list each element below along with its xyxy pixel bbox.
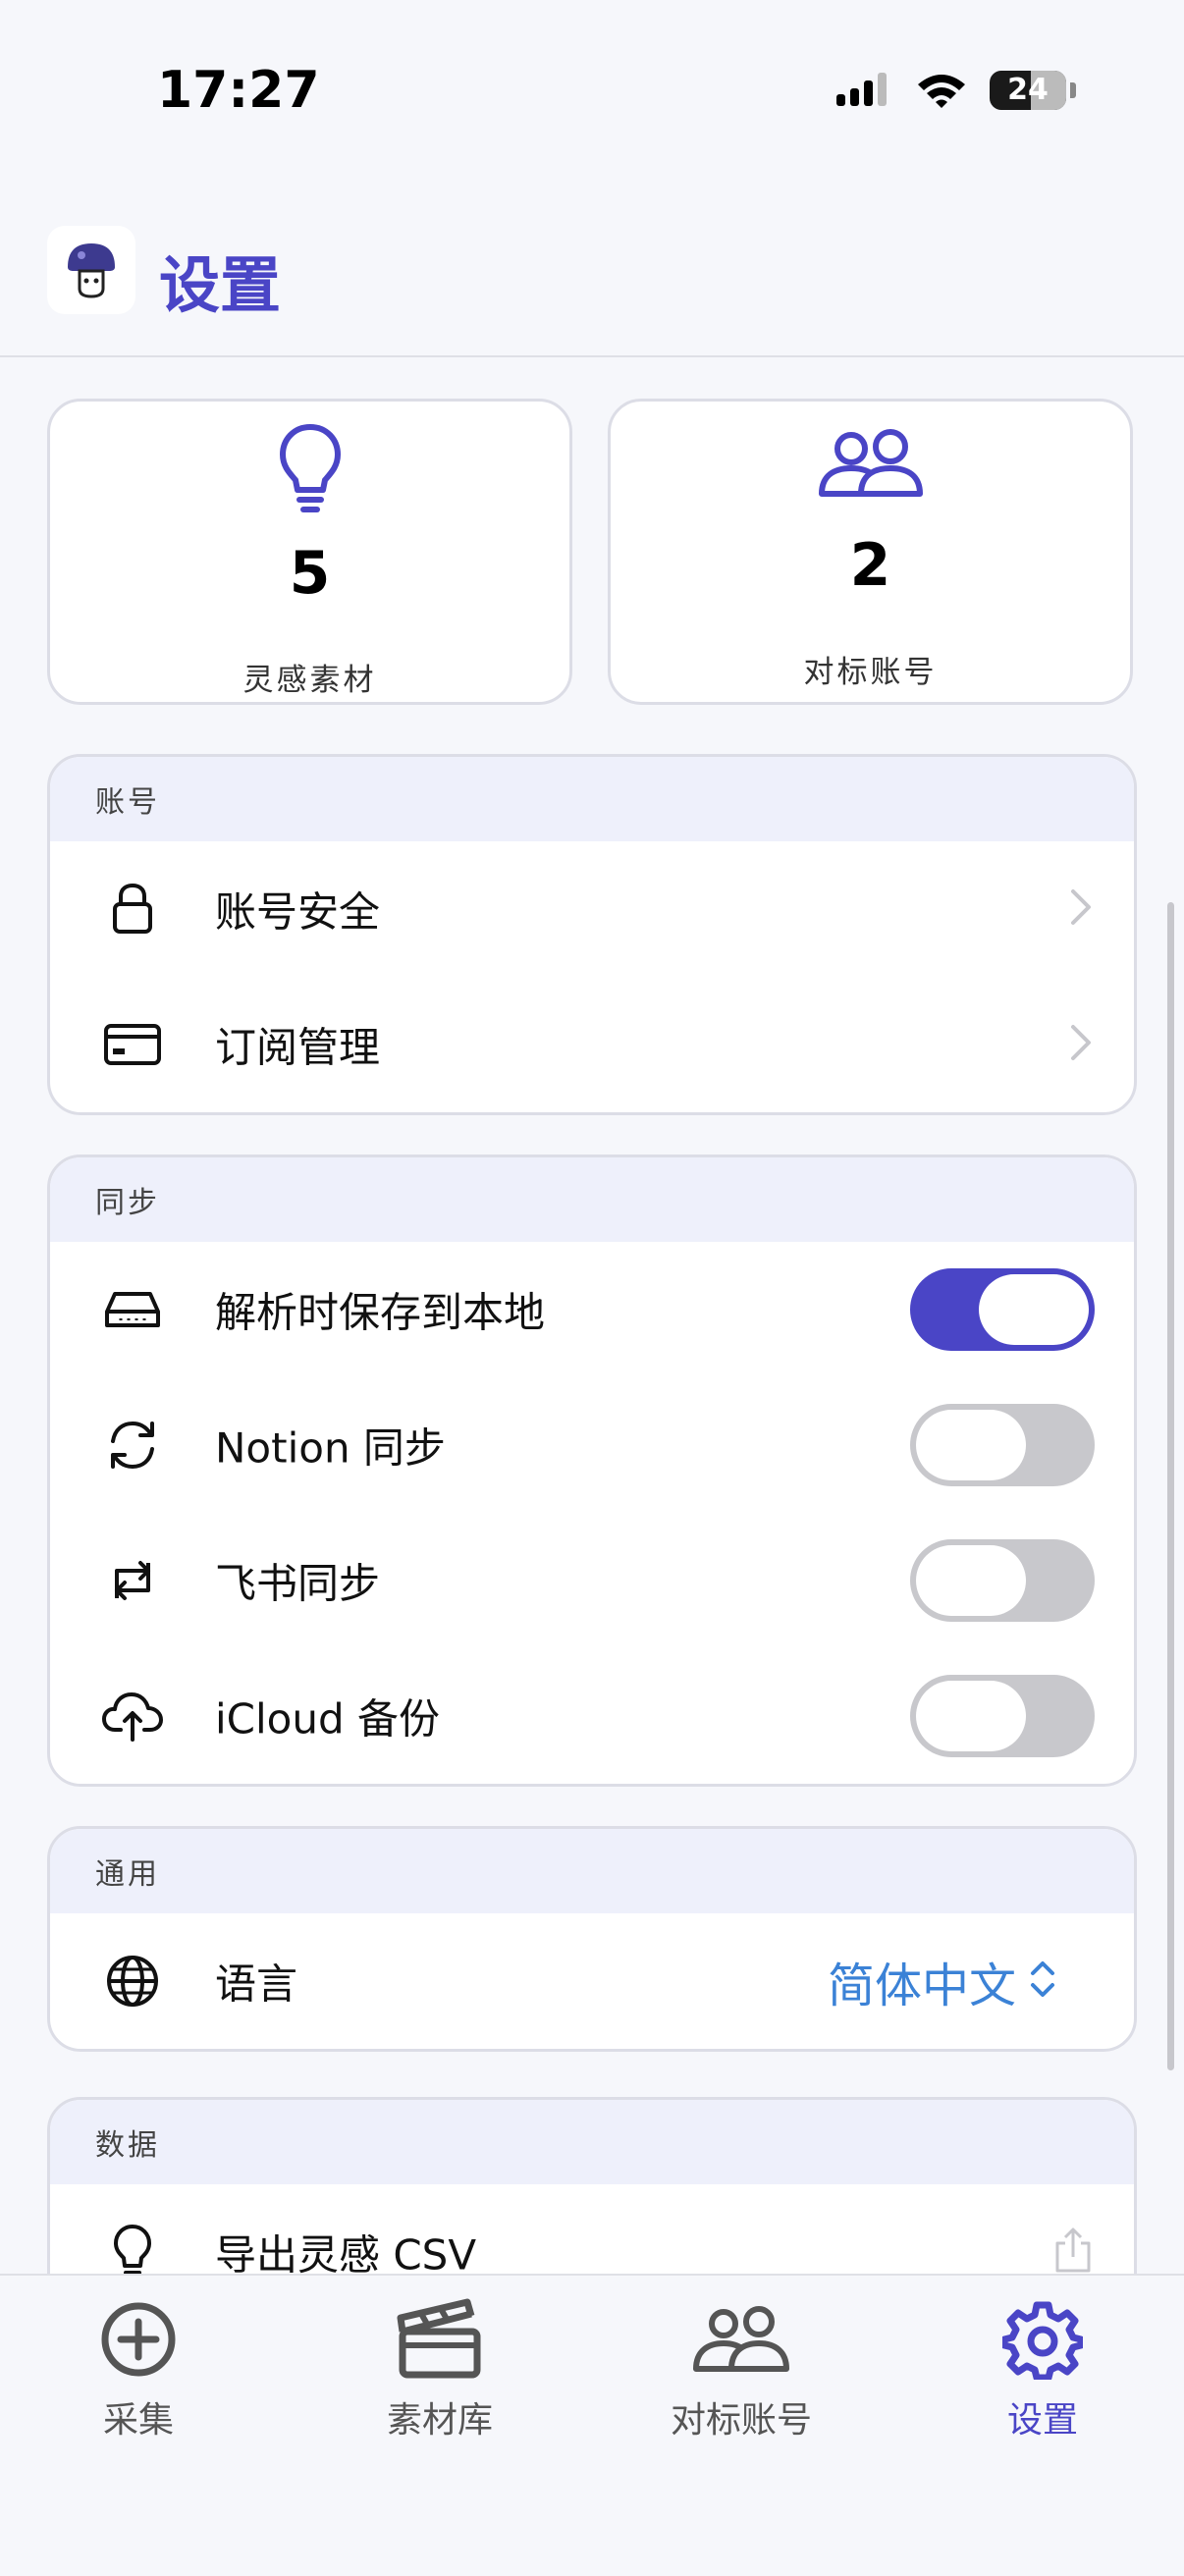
row-label: 飞书同步 (215, 1559, 381, 1608)
sync-icon (101, 1414, 164, 1476)
gear-icon (944, 2295, 1141, 2384)
language-selector[interactable]: 简体中文 (828, 1947, 1016, 2015)
stat-card-accounts[interactable]: 2 对标账号 (608, 399, 1133, 705)
scroll-indicator[interactable] (1167, 902, 1174, 2070)
repeat-icon (101, 1549, 164, 1612)
lightbulb-icon (276, 421, 345, 523)
status-icons: 24 (834, 71, 1076, 110)
sync-section: 同步 解析时保存到本地 Notion 同步 飞书同步 iCloud 备份 (47, 1154, 1137, 1787)
row-label: 语言 (215, 1959, 298, 2009)
battery-icon: 24 (990, 71, 1066, 110)
tab-benchmark-accounts[interactable]: 对标账号 (643, 2295, 839, 2442)
row-export-csv[interactable]: 导出灵感 CSV (50, 2184, 1134, 2274)
row-account-security[interactable]: 账号安全 (50, 841, 1134, 977)
share-icon (1053, 2226, 1093, 2274)
chevron-right-icon (1069, 1023, 1093, 1066)
people-icon (816, 421, 926, 513)
row-label: 导出灵感 CSV (215, 2230, 477, 2275)
row-language[interactable]: 语言 简体中文 (50, 1913, 1134, 2049)
stat-card-inspirations[interactable]: 5 灵感素材 (47, 399, 572, 705)
feishu-sync-toggle[interactable] (910, 1539, 1095, 1622)
page-title: 设置 (159, 249, 282, 321)
wifi-icon (918, 75, 965, 108)
lightbulb-icon (101, 2221, 164, 2274)
credit-card-icon (101, 1013, 164, 1076)
tab-label: 对标账号 (670, 2400, 812, 2441)
stat-value: 2 (849, 531, 891, 600)
tab-library[interactable]: 素材库 (342, 2295, 538, 2442)
settings-content[interactable]: 5 灵感素材 2 对标账号 账号 账号安全 订阅管理 同步 解析时保存到本地 N… (0, 357, 1184, 2274)
clapperboard-icon (342, 2295, 538, 2384)
cloud-upload-icon (101, 1685, 164, 1747)
row-subscription[interactable]: 订阅管理 (50, 977, 1134, 1112)
lock-icon (101, 878, 164, 940)
row-notion-sync: Notion 同步 (50, 1377, 1134, 1513)
row-feishu-sync: 飞书同步 (50, 1513, 1134, 1648)
row-label: 订阅管理 (215, 1023, 381, 1072)
tab-bar: 采集 素材库 对标账号 设置 (0, 2274, 1184, 2576)
row-label: 账号安全 (215, 887, 381, 937)
save-local-toggle[interactable] (910, 1268, 1095, 1351)
people-icon (643, 2295, 839, 2384)
data-section: 数据 导出灵感 CSV (47, 2097, 1137, 2274)
mushroom-avatar-icon[interactable] (47, 226, 135, 314)
status-bar: 17:27 24 (0, 0, 1184, 187)
stat-value: 5 (289, 539, 331, 608)
globe-icon (101, 1950, 164, 2012)
stat-label: 灵感素材 (242, 663, 377, 698)
row-icloud-backup: iCloud 备份 (50, 1648, 1134, 1784)
section-header: 同步 (50, 1157, 1134, 1242)
section-header: 账号 (50, 757, 1134, 841)
chevron-right-icon (1069, 887, 1093, 931)
tab-settings[interactable]: 设置 (944, 2295, 1141, 2442)
row-save-local: 解析时保存到本地 (50, 1242, 1134, 1377)
plus-circle-icon (40, 2295, 237, 2384)
stat-label: 对标账号 (803, 655, 938, 690)
tab-label: 采集 (102, 2400, 174, 2441)
tab-label: 素材库 (386, 2400, 493, 2441)
row-label: Notion 同步 (215, 1423, 446, 1473)
notion-sync-toggle[interactable] (910, 1404, 1095, 1486)
general-section: 通用 语言 简体中文 (47, 1826, 1137, 2052)
tab-collect[interactable]: 采集 (40, 2295, 237, 2442)
section-header: 通用 (50, 1829, 1134, 1913)
icloud-backup-toggle[interactable] (910, 1675, 1095, 1757)
drive-icon (101, 1278, 164, 1341)
account-section: 账号 账号安全 订阅管理 (47, 754, 1137, 1115)
row-label: 解析时保存到本地 (215, 1288, 546, 1337)
page-header: 设置 (0, 187, 1184, 357)
battery-level: 24 (1007, 73, 1049, 107)
stats-row: 5 灵感素材 2 对标账号 (47, 399, 1137, 705)
row-label: iCloud 备份 (215, 1694, 440, 1744)
chevron-up-down-icon (1028, 1958, 1057, 2005)
status-time: 17:27 (157, 61, 320, 120)
section-header: 数据 (50, 2100, 1134, 2184)
cellular-signal-icon (836, 73, 887, 106)
tab-label: 设置 (1006, 2400, 1078, 2441)
